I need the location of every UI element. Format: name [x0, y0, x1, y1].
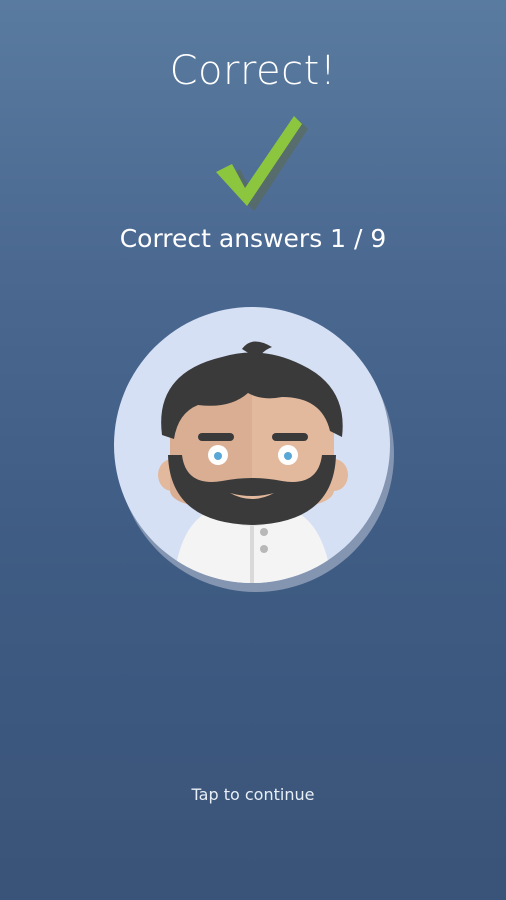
- result-title: Correct!: [169, 48, 337, 94]
- result-screen[interactable]: Correct! Correct answers 1 / 9 Tap to co…: [0, 0, 506, 900]
- avatar: [114, 307, 394, 592]
- score-label: Correct answers 1 / 9: [119, 224, 387, 253]
- check-icon: [216, 116, 308, 211]
- tap-to-continue-label[interactable]: Tap to continue: [0, 785, 506, 804]
